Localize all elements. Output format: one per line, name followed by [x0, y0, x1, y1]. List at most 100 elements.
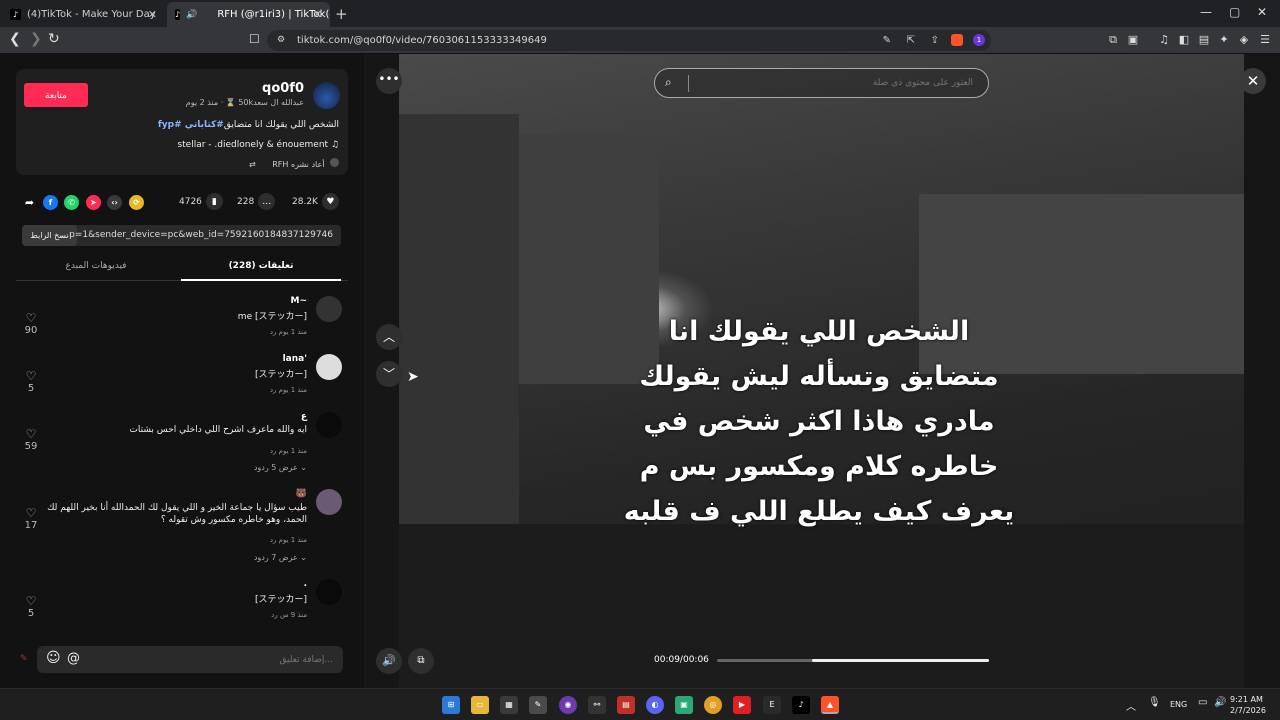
vpn-icon[interactable]: ◈ [1237, 33, 1251, 47]
tab-rfh-profile[interactable]: ♪ 🔊 RFH (@r1iri3) | TikTok(4) ✕ [167, 2, 330, 27]
send-icon[interactable]: ➤ [86, 195, 101, 210]
new-tab-button[interactable]: + [335, 5, 348, 23]
brave-rewards-icon[interactable]: 1 [973, 34, 985, 46]
avatar[interactable] [313, 82, 340, 109]
whatsapp-icon[interactable]: ✆ [64, 195, 79, 210]
maximize-icon[interactable]: ▢ [1229, 5, 1240, 19]
brave-shield-icon[interactable] [951, 34, 963, 46]
heart-icon[interactable]: ♥ [321, 193, 339, 210]
link-app-icon[interactable]: ⚯ [588, 696, 606, 714]
emoji-icon[interactable]: ☺ [46, 650, 61, 666]
tab-tiktok-home[interactable]: ♪ (4)TikTok - Make Your Day ✕ [2, 2, 165, 27]
tab-creator-videos[interactable]: فيديوهات المبدع [16, 259, 176, 281]
progress-bar[interactable] [717, 659, 989, 662]
like-action[interactable]: 28.2K ♥ [292, 193, 339, 210]
url-field[interactable]: ⚙ tiktok.com/@qo0f0/video/76030611533333… [267, 30, 991, 51]
comment-icon[interactable]: … [258, 193, 276, 210]
caption-hashtags[interactable]: #كتاباتي #fyp [158, 120, 224, 130]
comment-meta[interactable]: منذ 1 يوم رد [270, 386, 307, 394]
view-replies-button[interactable]: عرض 5 ردود ⌄ [254, 463, 307, 472]
heart-outline-icon[interactable]: ♡ [21, 594, 41, 608]
follow-button[interactable]: متابعة [24, 83, 88, 107]
heart-outline-icon[interactable]: ♡ [21, 369, 41, 383]
close-tab-icon[interactable]: ✕ [313, 8, 322, 21]
tor-browser-icon[interactable]: ◉ [559, 696, 577, 714]
comment-author[interactable]: lana' [283, 354, 307, 364]
heart-outline-icon[interactable]: ♡ [21, 506, 41, 520]
forward-icon[interactable]: ❯ [30, 31, 42, 47]
share-arrow-icon[interactable]: ➦ [22, 195, 37, 210]
language-indicator[interactable]: ENG [1170, 700, 1187, 709]
bookmark-icon[interactable]: ▮ [205, 193, 223, 210]
comment-author[interactable]: . [304, 579, 307, 589]
avatar[interactable] [316, 412, 342, 438]
close-video-button[interactable]: ✕ [1240, 68, 1266, 94]
more-options-button[interactable]: ••• [376, 68, 402, 94]
tab-comments[interactable]: (228) تعليقات [181, 259, 341, 281]
comment-author[interactable]: ع [301, 412, 307, 422]
video-frame[interactable]: الشخص اللي يقولك انا متضايق وتسأله ليش ي… [399, 54, 1244, 688]
microphone-icon[interactable]: 🎙 [1148, 697, 1161, 708]
clock-date[interactable]: 2/7/2026 [1230, 706, 1266, 715]
discord-icon[interactable]: ◐ [646, 696, 664, 714]
comment-meta[interactable]: منذ 1 يوم رد [270, 328, 307, 336]
comment-meta[interactable]: منذ 1 يوم رد [270, 447, 307, 455]
brave-browser-icon[interactable]: ▲ [821, 696, 839, 714]
epic-games-icon[interactable]: E [763, 696, 781, 714]
search-input[interactable] [691, 70, 981, 96]
comment-like[interactable]: ♡ 90 [21, 311, 41, 336]
screenshot-icon[interactable]: ▣ [1126, 33, 1140, 47]
comment-like[interactable]: ♡ 5 [21, 369, 41, 394]
search-icon[interactable]: ⌕ [665, 75, 672, 90]
store-icon[interactable]: ▦ [500, 696, 518, 714]
app-icon[interactable]: ▣ [675, 696, 693, 714]
mention-icon[interactable]: @ [67, 651, 80, 666]
previous-video-button[interactable]: ︿ [376, 324, 402, 350]
tiktok-icon[interactable]: ♪ [792, 696, 810, 714]
close-tab-icon[interactable]: ✕ [148, 8, 157, 21]
leo-ai-icon[interactable]: ✦ [1217, 33, 1231, 47]
picture-in-picture-button[interactable]: ⧉ [408, 648, 434, 674]
heart-outline-icon[interactable]: ♡ [21, 427, 41, 441]
avatar[interactable] [316, 296, 342, 322]
comment-author[interactable]: 🐻 [296, 489, 307, 499]
extensions-icon[interactable]: ⧉ [1106, 33, 1120, 47]
comment-author[interactable]: M~ [291, 296, 308, 306]
comment-input[interactable] [133, 646, 333, 673]
windows-start-icon[interactable]: ⊞ [442, 696, 460, 714]
share-link-text[interactable]: ...p=1&sender_device=pc&web_id=759216018… [61, 225, 333, 246]
comment-like[interactable]: ♡ 17 [21, 506, 41, 531]
avatar[interactable] [316, 354, 342, 380]
wallet-icon[interactable]: ▤ [1197, 33, 1211, 47]
translate-icon[interactable]: ✎ [883, 30, 891, 51]
video-editor-icon[interactable]: ▤ [617, 696, 635, 714]
volume-tray-icon[interactable]: 🔊 [1214, 697, 1226, 708]
save-action[interactable]: 4726 ▮ [179, 193, 223, 210]
comment-like[interactable]: ♡ 59 [21, 427, 41, 452]
clock-time[interactable]: 9:21 AM [1230, 695, 1263, 704]
comment-meta[interactable]: منذ 1 يوم رد [270, 536, 307, 544]
chrome-icon[interactable]: ◎ [704, 696, 722, 714]
back-icon[interactable]: ❮ [9, 31, 21, 47]
comment-like[interactable]: ♡ 5 [21, 594, 41, 619]
embed-icon[interactable]: ‹› [107, 195, 122, 210]
repost-share-icon[interactable]: ⟳ [129, 195, 144, 210]
site-info-icon[interactable]: ⚙ [277, 30, 285, 51]
comment-meta[interactable]: منذ 9 س رد [271, 611, 307, 619]
network-icon[interactable]: ▭ [1198, 697, 1207, 708]
minimize-icon[interactable]: — [1200, 5, 1212, 19]
notepad-icon[interactable]: ✎ [529, 696, 547, 714]
share-icon[interactable]: ⇪ [931, 30, 939, 51]
sidebar-icon[interactable]: ◧ [1177, 33, 1191, 47]
file-explorer-icon[interactable]: ▭ [471, 696, 489, 714]
music-link[interactable]: stellar - .diedlonely & énouement ♫ [177, 140, 339, 150]
volume-button[interactable]: 🔊 [376, 648, 402, 674]
tray-chevron-icon[interactable]: ︿ [1126, 698, 1136, 713]
youtube-icon[interactable]: ▶ [733, 696, 751, 714]
avatar[interactable] [316, 489, 342, 515]
heart-outline-icon[interactable]: ♡ [21, 311, 41, 325]
facebook-icon[interactable]: f [43, 195, 58, 210]
bookmark-icon[interactable]: ☐ [249, 32, 260, 46]
open-external-icon[interactable]: ⇱ [907, 30, 915, 51]
comment-action[interactable]: 228 … [237, 193, 276, 210]
